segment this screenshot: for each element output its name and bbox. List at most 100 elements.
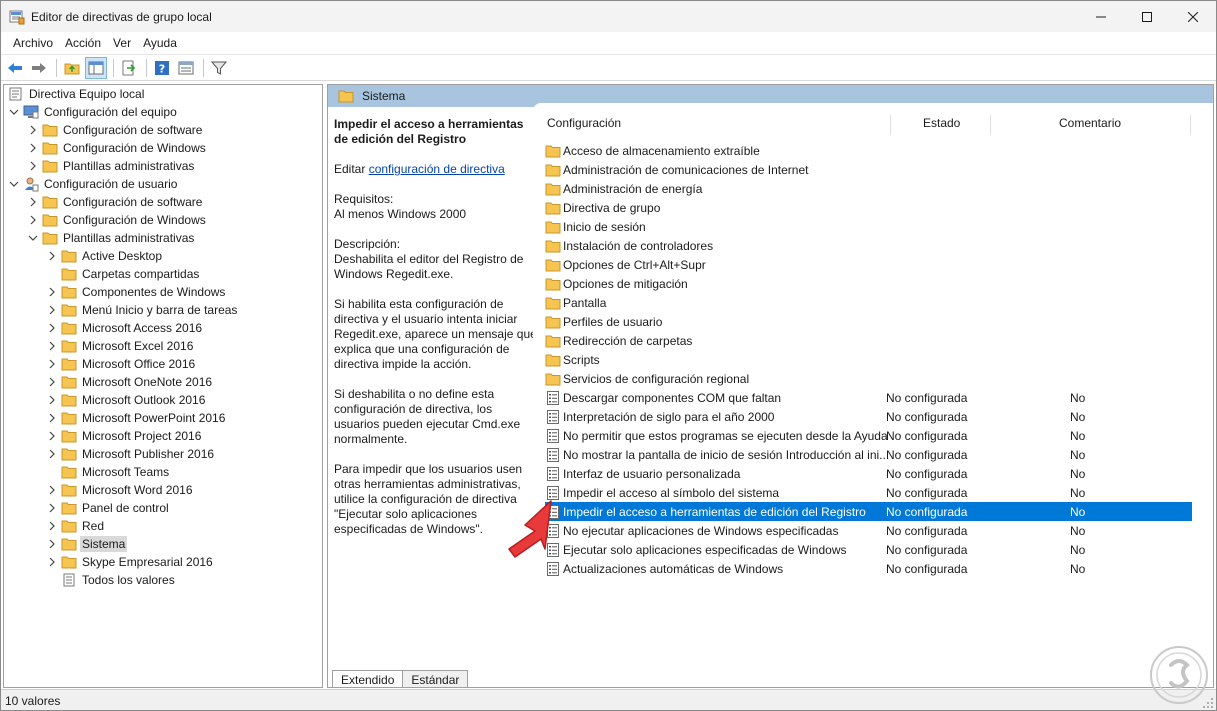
- chevron-down-icon[interactable]: [9, 179, 19, 189]
- column-header-configuracion[interactable]: Configuración: [547, 109, 621, 137]
- menu-ver[interactable]: Ver: [107, 36, 137, 50]
- tree-item[interactable]: Microsoft Access 2016: [46, 319, 204, 337]
- tree-expander[interactable]: [27, 139, 39, 157]
- tree-item[interactable]: Microsoft PowerPoint 2016: [46, 409, 227, 427]
- tree-expander[interactable]: [46, 355, 58, 373]
- tree-item[interactable]: Menú Inicio y barra de tareas: [46, 301, 239, 319]
- list-folder-row[interactable]: Inicio de sesión: [545, 217, 1192, 236]
- minimize-button[interactable]: [1078, 1, 1124, 32]
- list-folder-row[interactable]: Opciones de mitigación: [545, 274, 1192, 293]
- tree-expander[interactable]: [46, 517, 58, 535]
- console-tree[interactable]: Directiva Equipo local Configuración del …: [3, 84, 323, 688]
- tree-expander[interactable]: [27, 229, 39, 247]
- tree-expander[interactable]: [8, 103, 20, 121]
- list-setting-row[interactable]: Interpretación de siglo para el año 2000…: [545, 407, 1192, 426]
- tree-item[interactable]: Microsoft Publisher 2016: [46, 445, 216, 463]
- column-divider[interactable]: [990, 115, 991, 135]
- tree-item[interactable]: Microsoft Office 2016: [46, 355, 197, 373]
- tab-extendido[interactable]: Extendido: [332, 670, 404, 687]
- list-folder-row[interactable]: Scripts: [545, 350, 1192, 369]
- tree-item[interactable]: Panel de control: [46, 499, 171, 517]
- tree-item[interactable]: Microsoft Outlook 2016: [46, 391, 207, 409]
- chevron-right-icon[interactable]: [47, 557, 57, 567]
- tree-expander[interactable]: [46, 283, 58, 301]
- tree-expander[interactable]: [8, 175, 20, 193]
- tree-expander[interactable]: [46, 319, 58, 337]
- chevron-right-icon[interactable]: [47, 305, 57, 315]
- tree-item[interactable]: Todos los valores: [46, 571, 177, 589]
- list-folder-row[interactable]: Servicios de configuración regional: [545, 369, 1192, 388]
- chevron-right-icon[interactable]: [47, 503, 57, 513]
- menu-archivo[interactable]: Archivo: [7, 36, 59, 50]
- chevron-right-icon[interactable]: [28, 215, 38, 225]
- tree-item[interactable]: Configuración de Windows: [27, 139, 208, 157]
- show-hide-tree-button[interactable]: [85, 56, 107, 79]
- tree-item[interactable]: Configuración del equipo: [8, 103, 179, 121]
- edit-policy-link[interactable]: configuración de directiva: [369, 162, 505, 176]
- tree-expander[interactable]: [46, 409, 58, 427]
- tree-expander[interactable]: [46, 427, 58, 445]
- tree-item[interactable]: Plantillas administrativas: [27, 229, 196, 247]
- tree-item[interactable]: Configuración de software: [27, 193, 204, 211]
- tree-item[interactable]: Microsoft OneNote 2016: [46, 373, 214, 391]
- menu-accion[interactable]: Acción: [59, 36, 107, 50]
- list-setting-row[interactable]: Interfaz de usuario personalizada No conf…: [545, 464, 1192, 483]
- tree-item[interactable]: Red: [46, 517, 106, 535]
- tab-estandar[interactable]: Estándar: [402, 670, 469, 687]
- forward-button[interactable]: [28, 57, 50, 79]
- tree-expander[interactable]: [46, 247, 58, 265]
- list-folder-row[interactable]: Administración de energía: [545, 179, 1192, 198]
- menu-ayuda[interactable]: Ayuda: [137, 36, 183, 50]
- column-header-estado[interactable]: Estado: [923, 109, 960, 137]
- list-setting-row[interactable]: Descargar componentes COM que faltan No c…: [545, 388, 1192, 407]
- tree-item[interactable]: Configuración de Windows: [27, 211, 208, 229]
- list-folder-row[interactable]: Administración de comunicaciones de Inte…: [545, 160, 1192, 179]
- tree-item[interactable]: Skype Empresarial 2016: [46, 553, 215, 571]
- chevron-right-icon[interactable]: [47, 323, 57, 333]
- tree-item[interactable]: Plantillas administrativas: [27, 157, 196, 175]
- filter-button[interactable]: [208, 57, 230, 79]
- list-setting-row[interactable]: No permitir que estos programas se ejecu…: [545, 426, 1192, 445]
- chevron-right-icon[interactable]: [47, 449, 57, 459]
- chevron-right-icon[interactable]: [47, 395, 57, 405]
- tree-expander[interactable]: [27, 193, 39, 211]
- tree-item[interactable]: Componentes de Windows: [46, 283, 227, 301]
- list-setting-row[interactable]: No ejecutar aplicaciones de Windows espe…: [545, 521, 1192, 540]
- tree-item[interactable]: Microsoft Teams: [46, 463, 171, 481]
- tree-item[interactable]: Sistema: [46, 535, 128, 553]
- chevron-right-icon[interactable]: [47, 359, 57, 369]
- chevron-right-icon[interactable]: [47, 377, 57, 387]
- chevron-right-icon[interactable]: [28, 125, 38, 135]
- chevron-right-icon[interactable]: [28, 161, 38, 171]
- list-setting-row[interactable]: Impedir el acceso al símbolo del sistema…: [545, 483, 1192, 502]
- tree-item[interactable]: Microsoft Word 2016: [46, 481, 195, 499]
- chevron-right-icon[interactable]: [47, 341, 57, 351]
- tree-expander[interactable]: [27, 121, 39, 139]
- maximize-button[interactable]: [1124, 1, 1170, 32]
- export-list-button[interactable]: [118, 57, 140, 79]
- tree-expander[interactable]: [46, 481, 58, 499]
- tree-expander[interactable]: [46, 553, 58, 571]
- tree-expander[interactable]: [46, 373, 58, 391]
- chevron-right-icon[interactable]: [47, 413, 57, 423]
- column-divider[interactable]: [890, 115, 891, 135]
- properties-view-button[interactable]: [175, 57, 197, 79]
- tree-item[interactable]: Directiva Equipo local: [8, 85, 146, 103]
- chevron-down-icon[interactable]: [9, 107, 19, 117]
- tree-item[interactable]: Carpetas compartidas: [46, 265, 201, 283]
- tree-expander[interactable]: [46, 499, 58, 517]
- chevron-right-icon[interactable]: [47, 485, 57, 495]
- tree-expander[interactable]: [27, 211, 39, 229]
- list-folder-row[interactable]: Pantalla: [545, 293, 1192, 312]
- tree-expander[interactable]: [46, 445, 58, 463]
- chevron-right-icon[interactable]: [47, 539, 57, 549]
- tree-item[interactable]: Configuración de software: [27, 121, 204, 139]
- list-folder-row[interactable]: Instalación de controladores: [545, 236, 1192, 255]
- list-folder-row[interactable]: Directiva de grupo: [545, 198, 1192, 217]
- help-button[interactable]: ?: [151, 57, 173, 79]
- tree-expander[interactable]: [46, 301, 58, 319]
- chevron-down-icon[interactable]: [28, 233, 38, 243]
- chevron-right-icon[interactable]: [47, 521, 57, 531]
- chevron-right-icon[interactable]: [47, 251, 57, 261]
- up-folder-button[interactable]: [61, 57, 83, 79]
